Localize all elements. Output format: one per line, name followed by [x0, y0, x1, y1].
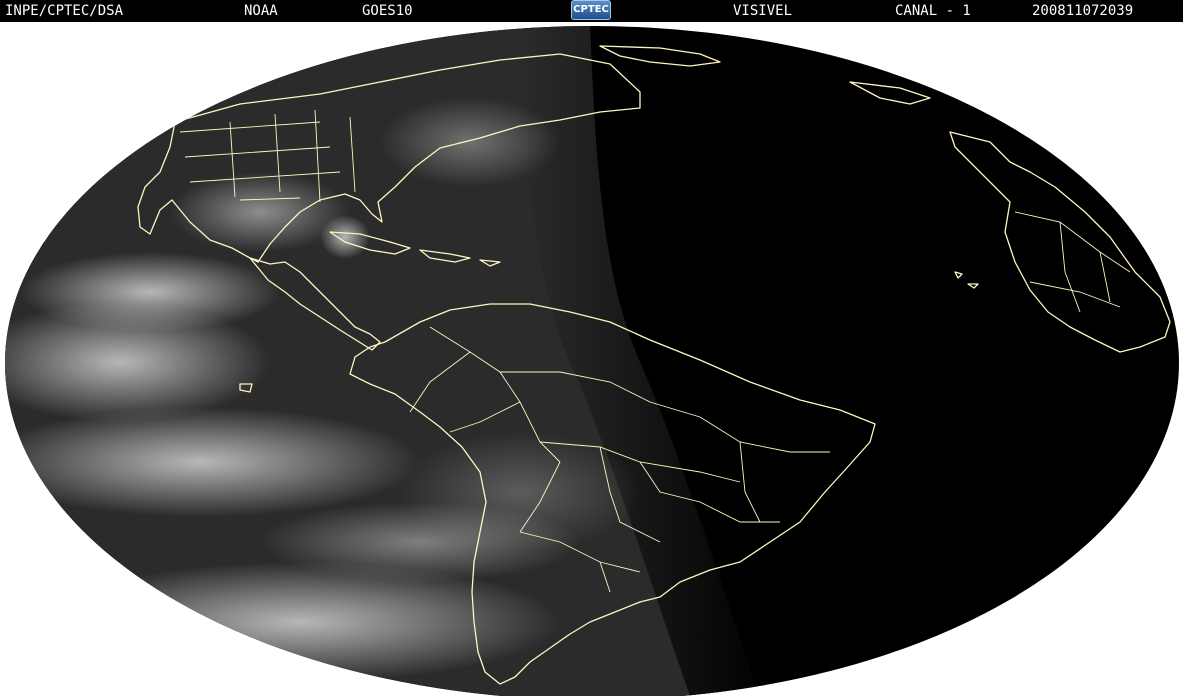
cptec-logo: CPTEC: [571, 0, 611, 20]
satellite-label: GOES10: [362, 3, 413, 19]
band-label: VISIVEL: [733, 3, 793, 19]
logo-text: CPTEC: [573, 4, 609, 15]
agency-label: INPE/CPTEC/DSA: [5, 3, 124, 19]
source-label: NOAA: [244, 3, 278, 19]
timestamp-label: 200811072039: [1032, 3, 1134, 19]
satellite-earth-image: [5, 26, 1179, 696]
channel-label: CANAL - 1: [895, 3, 971, 19]
image-header: INPE/CPTEC/DSA NOAA GOES10 CPTEC VISIVEL…: [0, 0, 1183, 22]
